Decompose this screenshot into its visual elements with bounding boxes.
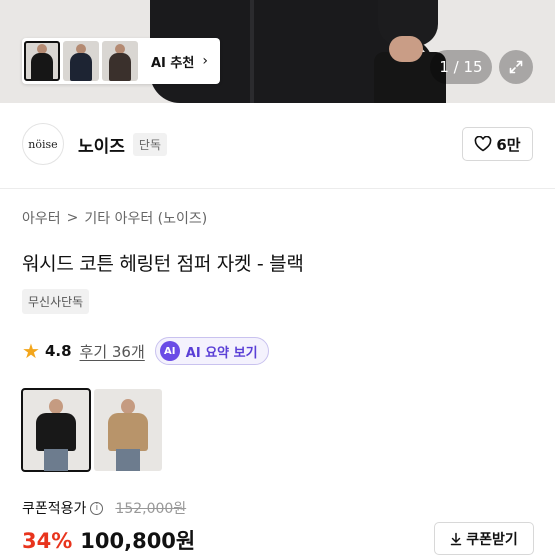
ai-recommend-label: AI 추천 (151, 55, 195, 71)
brand-name[interactable]: 노이즈 (78, 132, 125, 157)
exclusive-tag: 무신사단독 (22, 289, 90, 314)
option-figure-head (49, 399, 63, 414)
option-figure-legs (44, 449, 68, 471)
breadcrumb-separator: > (66, 210, 79, 226)
heart-icon (475, 136, 492, 152)
ai-summary-label: AI 요약 보기 (185, 345, 258, 361)
hero-hand-shape (389, 36, 423, 62)
thumbnail-figure-body (31, 53, 53, 81)
product-title: 워시드 코튼 헤링턴 점퍼 자켓 - 블랙 (22, 253, 304, 275)
breadcrumb-item-other-outer[interactable]: 기타 아우터 (노이즈) (84, 208, 207, 228)
section-divider (0, 188, 555, 189)
image-counter: 1 / 15 (430, 50, 492, 84)
coupon-download-button[interactable]: 쿠폰받기 (434, 522, 534, 555)
reviews-link[interactable]: 후기 36개 (80, 341, 145, 362)
breadcrumb-item-outer[interactable]: 아우터 (22, 208, 61, 228)
rating-row: ★ 4.8 후기 36개 AI AI 요약 보기 (22, 337, 269, 365)
ai-recommend-button[interactable]: AI 추천 › (141, 41, 218, 81)
brand-row: nöise 노이즈 단독 6만 (22, 123, 533, 165)
expand-icon (509, 60, 523, 74)
like-count: 6만 (496, 135, 521, 154)
thumbnail-figure-body (109, 53, 131, 81)
original-price: 152,000원 (115, 501, 187, 517)
price-row: 34% 100,800원 (22, 525, 195, 555)
chevron-right-icon: › (202, 53, 208, 69)
recommend-thumbnail-strip[interactable]: AI 추천 › (22, 38, 220, 84)
rating-value: 4.8 (44, 342, 72, 360)
thumbnail-figure-body (70, 53, 92, 81)
option-figure-head (121, 399, 135, 414)
option-figure-body (108, 413, 148, 451)
color-option-beige[interactable] (94, 389, 162, 471)
brand-exclusive-badge: 단독 (132, 132, 168, 156)
star-icon: ★ (22, 339, 40, 363)
discount-rate: 34% (22, 529, 73, 553)
product-hero-image[interactable]: AI 추천 › 1 / 15 (0, 0, 555, 103)
ai-summary-button[interactable]: AI AI 요약 보기 (154, 337, 269, 365)
info-icon[interactable]: i (90, 501, 104, 515)
option-figure-body (36, 413, 76, 451)
recommend-thumbnail[interactable] (24, 41, 60, 81)
coupon-price-text: 쿠폰적용가 (22, 501, 87, 517)
like-button[interactable]: 6만 (462, 127, 533, 161)
recommend-thumbnail[interactable] (63, 41, 99, 81)
coupon-download-label: 쿠폰받기 (466, 531, 518, 548)
expand-button[interactable] (499, 50, 533, 84)
recommend-thumbnail[interactable] (102, 41, 138, 81)
option-figure-legs (116, 449, 140, 471)
breadcrumb: 아우터 > 기타 아우터 (노이즈) (22, 208, 207, 228)
brand-logo-text: nöise (28, 137, 58, 151)
coupon-price-label: 쿠폰적용가 i 152,000원 (22, 498, 186, 518)
final-price: 100,800원 (80, 529, 196, 553)
ai-badge-icon: AI (159, 341, 180, 361)
download-icon (450, 532, 462, 545)
color-option-black[interactable] (21, 388, 91, 472)
brand-logo[interactable]: nöise (22, 123, 64, 165)
